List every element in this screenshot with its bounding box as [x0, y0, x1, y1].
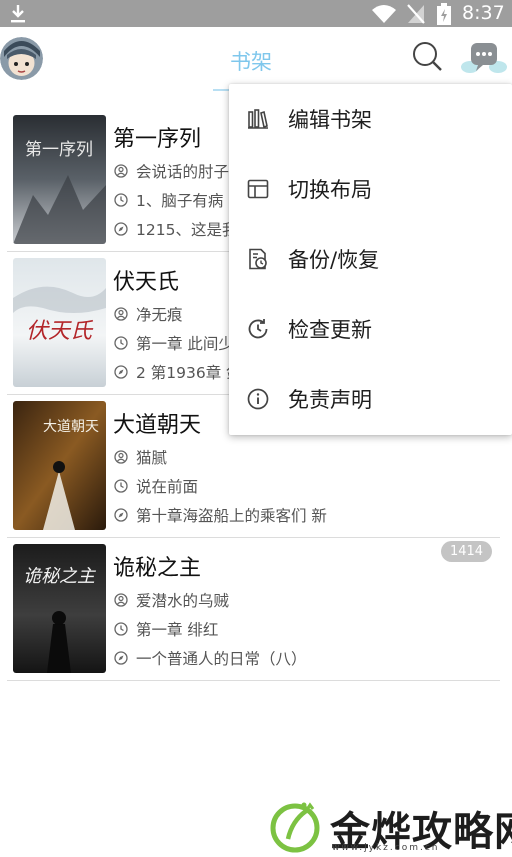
unread-count-badge: 1414	[441, 541, 492, 562]
page-title[interactable]: 书架	[230, 46, 272, 76]
book-latest-chapter: 第十章海盗船上的乘客们 新	[114, 504, 327, 526]
book-current-chapter: 1、脑子有病	[114, 189, 223, 211]
book-cover: 伏天氏	[13, 258, 106, 387]
book-author: 猫腻	[114, 446, 167, 468]
author-name: 会说话的肘子	[136, 163, 230, 181]
app-bar: 书架	[0, 27, 512, 92]
book-latest-chapter: 一个普通人的日常（八）	[114, 647, 307, 669]
download-icon	[11, 5, 25, 23]
battery-charging-icon	[437, 3, 451, 25]
book-item[interactable]: 诡秘之主 诡秘之主 1414 爱潜水的乌贼 第一章 绯红 一个普通人的日常（八）	[0, 538, 512, 681]
book-title: 诡秘之主	[113, 556, 202, 581]
latest-text: 第十章海盗船上的乘客们 新	[136, 507, 327, 525]
author-name: 净无痕	[136, 306, 183, 324]
no-signal-icon	[407, 4, 425, 24]
backup-icon	[249, 248, 267, 270]
book-title: 第一序列	[113, 127, 202, 152]
cover-title: 第一序列	[25, 140, 93, 160]
chapter-text: 说在前面	[136, 478, 199, 496]
clock-icon	[114, 193, 128, 207]
compass-icon	[114, 651, 128, 665]
book-cover: 诡秘之主	[13, 544, 106, 673]
compass-icon	[114, 508, 128, 522]
book-title: 伏天氏	[113, 270, 180, 295]
watermark-logo	[270, 802, 320, 853]
menu-item-switch-layout[interactable]: 切换布局	[229, 154, 512, 224]
books-icon	[248, 109, 268, 129]
search-icon[interactable]	[410, 40, 444, 74]
latest-text: 一个普通人的日常（八）	[136, 650, 307, 668]
watermark-url: www.jykz.com.cn	[332, 843, 440, 853]
avatar-image	[0, 37, 43, 80]
cover-title: 伏天氏	[26, 319, 94, 344]
clock-icon	[114, 336, 128, 350]
menu-item-edit-shelf[interactable]: 编辑书架	[229, 84, 512, 154]
divider	[7, 680, 500, 681]
author-icon	[114, 307, 128, 321]
book-author: 会说话的肘子	[114, 160, 229, 182]
menu-item-label: 检查更新	[288, 318, 372, 342]
layout-icon	[247, 179, 269, 199]
book-author: 净无痕	[114, 303, 183, 325]
clock-icon	[114, 479, 128, 493]
update-icon	[248, 319, 268, 339]
message-icon[interactable]	[460, 37, 508, 77]
menu-item-check-update[interactable]: 检查更新	[229, 294, 512, 364]
author-name: 爱潜水的乌贼	[136, 592, 230, 610]
overflow-menu: 编辑书架 切换布局 备份/恢复 检查更新 免责声明	[229, 84, 512, 435]
info-icon	[247, 388, 269, 410]
menu-item-label: 切换布局	[288, 178, 372, 202]
book-current-chapter: 说在前面	[114, 475, 198, 497]
status-time: 8:37	[462, 2, 505, 24]
watermark: 金烨攻略网 www.jykz.com.cn	[262, 795, 512, 857]
latest-text: 1215、这是我	[136, 221, 238, 239]
chapter-text: 第一章 绯红	[136, 621, 219, 639]
book-cover: 大道朝天	[13, 401, 106, 530]
cover-title: 大道朝天	[43, 419, 99, 435]
book-current-chapter: 第一章 绯红	[114, 618, 218, 640]
menu-item-label: 备份/恢复	[288, 248, 380, 272]
menu-item-backup-restore[interactable]: 备份/恢复	[229, 224, 512, 294]
author-icon	[114, 450, 128, 464]
latest-text: 2 第1936章 剑	[136, 364, 242, 382]
menu-item-label: 编辑书架	[288, 108, 372, 132]
cover-title: 诡秘之主	[23, 566, 97, 587]
compass-icon	[114, 222, 128, 236]
status-bar: 8:37	[0, 0, 512, 27]
wifi-icon	[372, 5, 396, 23]
author-icon	[114, 593, 128, 607]
chapter-text: 1、脑子有病	[136, 192, 224, 210]
clock-icon	[114, 622, 128, 636]
compass-icon	[114, 365, 128, 379]
book-latest-chapter: 1215、这是我	[114, 218, 237, 240]
menu-item-label: 免责声明	[288, 388, 372, 412]
avatar[interactable]	[0, 37, 43, 80]
author-icon	[114, 164, 128, 178]
menu-item-disclaimer[interactable]: 免责声明	[229, 364, 512, 434]
book-latest-chapter: 2 第1936章 剑	[114, 361, 242, 383]
author-name: 猫腻	[136, 449, 168, 467]
book-title: 大道朝天	[113, 413, 202, 438]
book-author: 爱潜水的乌贼	[114, 589, 229, 611]
book-cover: 第一序列	[13, 115, 106, 244]
